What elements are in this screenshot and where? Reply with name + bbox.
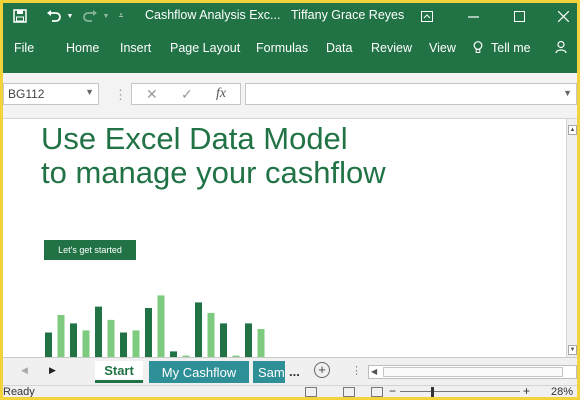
decorative-bar bbox=[220, 323, 227, 357]
decorative-bar bbox=[245, 323, 252, 357]
window-title: Cashflow Analysis Exc... bbox=[145, 8, 281, 22]
decorative-bar bbox=[132, 330, 140, 357]
minimize-icon[interactable] bbox=[459, 5, 487, 27]
scroll-up-icon[interactable]: ▲ bbox=[568, 125, 577, 135]
decorative-bar bbox=[145, 308, 152, 357]
undo-dropdown-icon[interactable]: ▼ bbox=[65, 6, 75, 26]
vertical-scrollbar[interactable]: ▲ ▼ bbox=[566, 119, 577, 357]
tab-file[interactable]: File bbox=[14, 41, 34, 55]
sheet-tab-bar: ◀ ▶ Start My Cashflow Sam ... + ⋮ ◀ bbox=[3, 357, 577, 385]
tab-data[interactable]: Data bbox=[326, 41, 352, 55]
formula-bar-grip-icon: ⋮ bbox=[114, 87, 127, 102]
decorative-bar-graphic bbox=[45, 295, 265, 357]
zoom-out-icon[interactable]: − bbox=[389, 386, 396, 397]
sheet-tab-start[interactable]: Start bbox=[95, 361, 143, 383]
headline-line-1: Use Excel Data Model bbox=[41, 121, 348, 156]
decorative-bar bbox=[195, 302, 202, 357]
horizontal-scroll-thumb[interactable] bbox=[383, 367, 563, 377]
formula-bar: BG112 ▼ ⋮ ✕ ✓ fx ▼ bbox=[3, 73, 577, 119]
formula-buttons: ✕ ✓ fx bbox=[131, 83, 241, 105]
status-bar: Ready − + 28% bbox=[3, 385, 577, 397]
lightbulb-icon[interactable] bbox=[473, 41, 483, 57]
tab-split-grip-icon[interactable]: ⋮ bbox=[351, 364, 362, 377]
decorative-bar bbox=[57, 315, 65, 357]
zoom-in-icon[interactable]: + bbox=[523, 386, 530, 397]
tell-me-search[interactable]: Tell me bbox=[491, 41, 531, 55]
tab-view[interactable]: View bbox=[429, 41, 456, 55]
redo-icon[interactable] bbox=[79, 6, 101, 26]
insert-function-icon[interactable]: fx bbox=[216, 86, 226, 102]
decorative-bar bbox=[82, 330, 90, 357]
undo-icon[interactable] bbox=[43, 6, 65, 26]
page-layout-view-icon[interactable] bbox=[343, 387, 355, 397]
ribbon-tabs: File Home Insert Page Layout Formulas Da… bbox=[3, 29, 577, 73]
maximize-icon[interactable] bbox=[505, 5, 533, 27]
get-started-button[interactable]: Let's get started bbox=[44, 240, 136, 260]
decorative-bar bbox=[107, 319, 115, 357]
scroll-left-icon[interactable]: ◀ bbox=[371, 367, 377, 376]
cancel-icon[interactable]: ✕ bbox=[146, 86, 158, 103]
tab-review[interactable]: Review bbox=[371, 41, 412, 55]
title-bar: ▼ ▼ ⩡ Cashflow Analysis Exc... Tiffany G… bbox=[3, 3, 577, 29]
status-ready: Ready bbox=[3, 386, 35, 397]
add-sheet-icon[interactable]: + bbox=[314, 362, 330, 378]
tab-insert[interactable]: Insert bbox=[120, 41, 151, 55]
sheet-tab-my-cashflow[interactable]: My Cashflow bbox=[149, 361, 249, 383]
formula-input[interactable]: ▼ bbox=[245, 83, 577, 105]
scroll-down-icon[interactable]: ▼ bbox=[568, 345, 577, 355]
decorative-bar bbox=[257, 329, 265, 357]
expand-formula-bar-icon[interactable]: ▼ bbox=[563, 88, 572, 98]
zoom-level[interactable]: 28% bbox=[551, 386, 573, 397]
decorative-bar bbox=[70, 323, 77, 357]
decorative-bar bbox=[157, 295, 165, 357]
zoom-slider-knob[interactable] bbox=[431, 387, 434, 397]
tab-formulas[interactable]: Formulas bbox=[256, 41, 308, 55]
horizontal-scrollbar[interactable]: ◀ bbox=[368, 365, 577, 379]
enter-icon[interactable]: ✓ bbox=[181, 86, 193, 103]
name-box-value: BG112 bbox=[8, 87, 45, 101]
tab-home[interactable]: Home bbox=[66, 41, 99, 55]
excel-window: ▼ ▼ ⩡ Cashflow Analysis Exc... Tiffany G… bbox=[3, 3, 577, 397]
redo-dropdown-icon[interactable]: ▼ bbox=[101, 6, 111, 26]
decorative-bar bbox=[120, 332, 127, 357]
page-break-view-icon[interactable] bbox=[371, 387, 383, 397]
save-icon[interactable] bbox=[11, 6, 29, 26]
headline-line-2: to manage your cashflow bbox=[41, 155, 386, 190]
decorative-bar bbox=[95, 306, 102, 357]
name-box[interactable]: BG112 ▼ bbox=[3, 83, 99, 105]
sheet-nav-next-icon[interactable]: ▶ bbox=[49, 365, 56, 376]
sheet-tab-sam[interactable]: Sam bbox=[253, 361, 285, 383]
share-icon[interactable] bbox=[555, 40, 569, 57]
tab-page-layout[interactable]: Page Layout bbox=[170, 41, 240, 55]
ribbon-display-options-icon[interactable] bbox=[413, 5, 441, 27]
more-sheets-button[interactable]: ... bbox=[289, 364, 300, 379]
normal-view-icon[interactable] bbox=[305, 387, 317, 397]
decorative-bar bbox=[207, 312, 215, 357]
worksheet-area[interactable]: Use Excel Data Model to manage your cash… bbox=[3, 119, 566, 357]
customize-qat-icon[interactable]: ⩡ bbox=[115, 6, 127, 26]
close-icon[interactable] bbox=[549, 5, 577, 27]
user-name[interactable]: Tiffany Grace Reyes bbox=[291, 8, 404, 22]
name-box-dropdown-icon[interactable]: ▼ bbox=[85, 87, 94, 97]
sheet-nav-prev-icon[interactable]: ◀ bbox=[21, 365, 28, 376]
zoom-slider[interactable] bbox=[400, 391, 520, 392]
decorative-bar bbox=[45, 332, 52, 357]
